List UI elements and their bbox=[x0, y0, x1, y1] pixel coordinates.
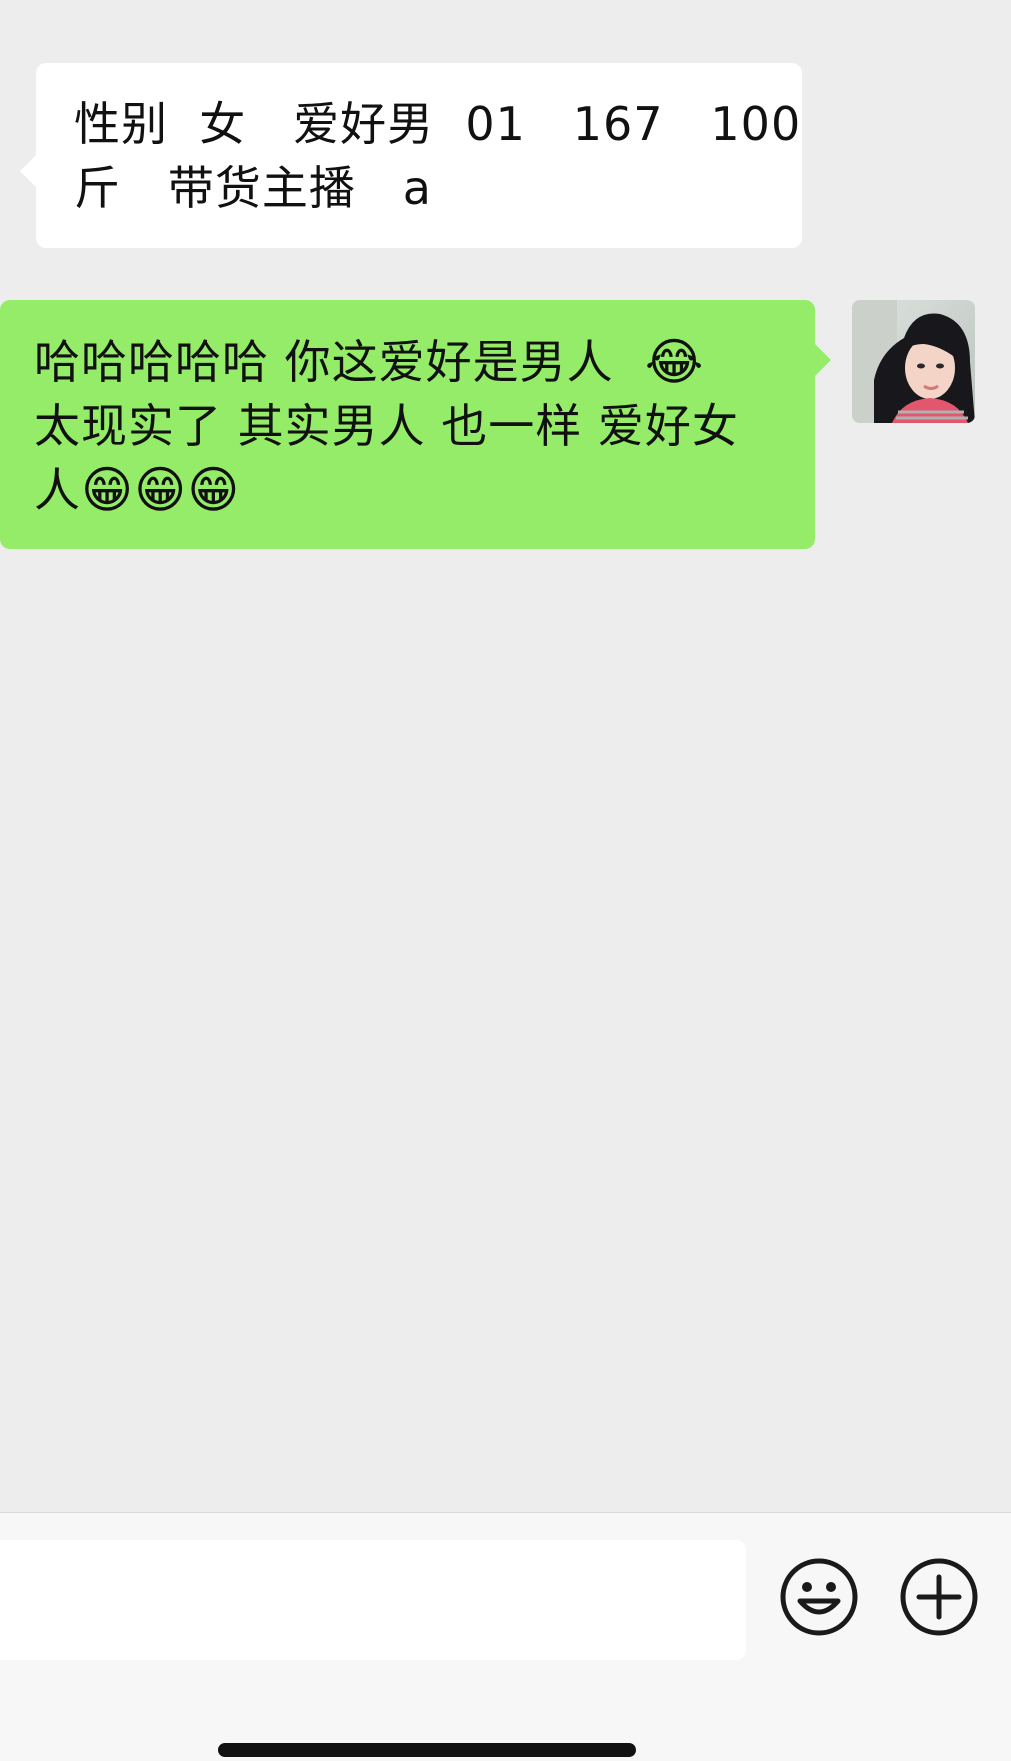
avatar-photo bbox=[852, 300, 975, 423]
message-text-line: 太现实了 其实男人 也一样 爱好女 bbox=[34, 399, 739, 453]
message-text-line: 斤 带货主播 a bbox=[74, 161, 432, 215]
input-toolbar bbox=[0, 1512, 1011, 1761]
grinning-emoji: 😁 bbox=[134, 461, 188, 519]
message-input[interactable] bbox=[0, 1540, 746, 1660]
tears-of-joy-emoji: 😂 bbox=[644, 333, 705, 391]
message-text: 哈哈哈哈哈 你这爱好是男人 bbox=[34, 335, 645, 389]
outgoing-message-bubble[interactable]: 哈哈哈哈哈 你这爱好是男人 😂 太现实了 其实男人 也一样 爱好女 人😁😁😁 bbox=[0, 300, 831, 549]
avatar[interactable] bbox=[852, 300, 975, 423]
grinning-emoji: 😁 bbox=[187, 461, 241, 519]
message-text-line: 性别 女 爱好男 01 167 100 bbox=[74, 97, 802, 151]
incoming-message-bubble[interactable]: 性别 女 爱好男 01 167 100 斤 带货主播 a bbox=[20, 63, 802, 248]
message-text-line: 人😁😁😁 bbox=[34, 458, 785, 522]
message-text-line: 哈哈哈哈哈 你这爱好是男人 😂 bbox=[34, 330, 785, 394]
message-text: 人 bbox=[34, 463, 81, 517]
smiley-icon[interactable] bbox=[779, 1557, 859, 1637]
home-indicator bbox=[218, 1743, 636, 1757]
plus-circle-icon[interactable] bbox=[899, 1557, 979, 1637]
chat-area: 性别 女 爱好男 01 167 100 斤 带货主播 a 哈哈哈哈哈 你这爱好是… bbox=[0, 0, 1011, 1512]
grinning-emoji: 😁 bbox=[81, 461, 135, 519]
